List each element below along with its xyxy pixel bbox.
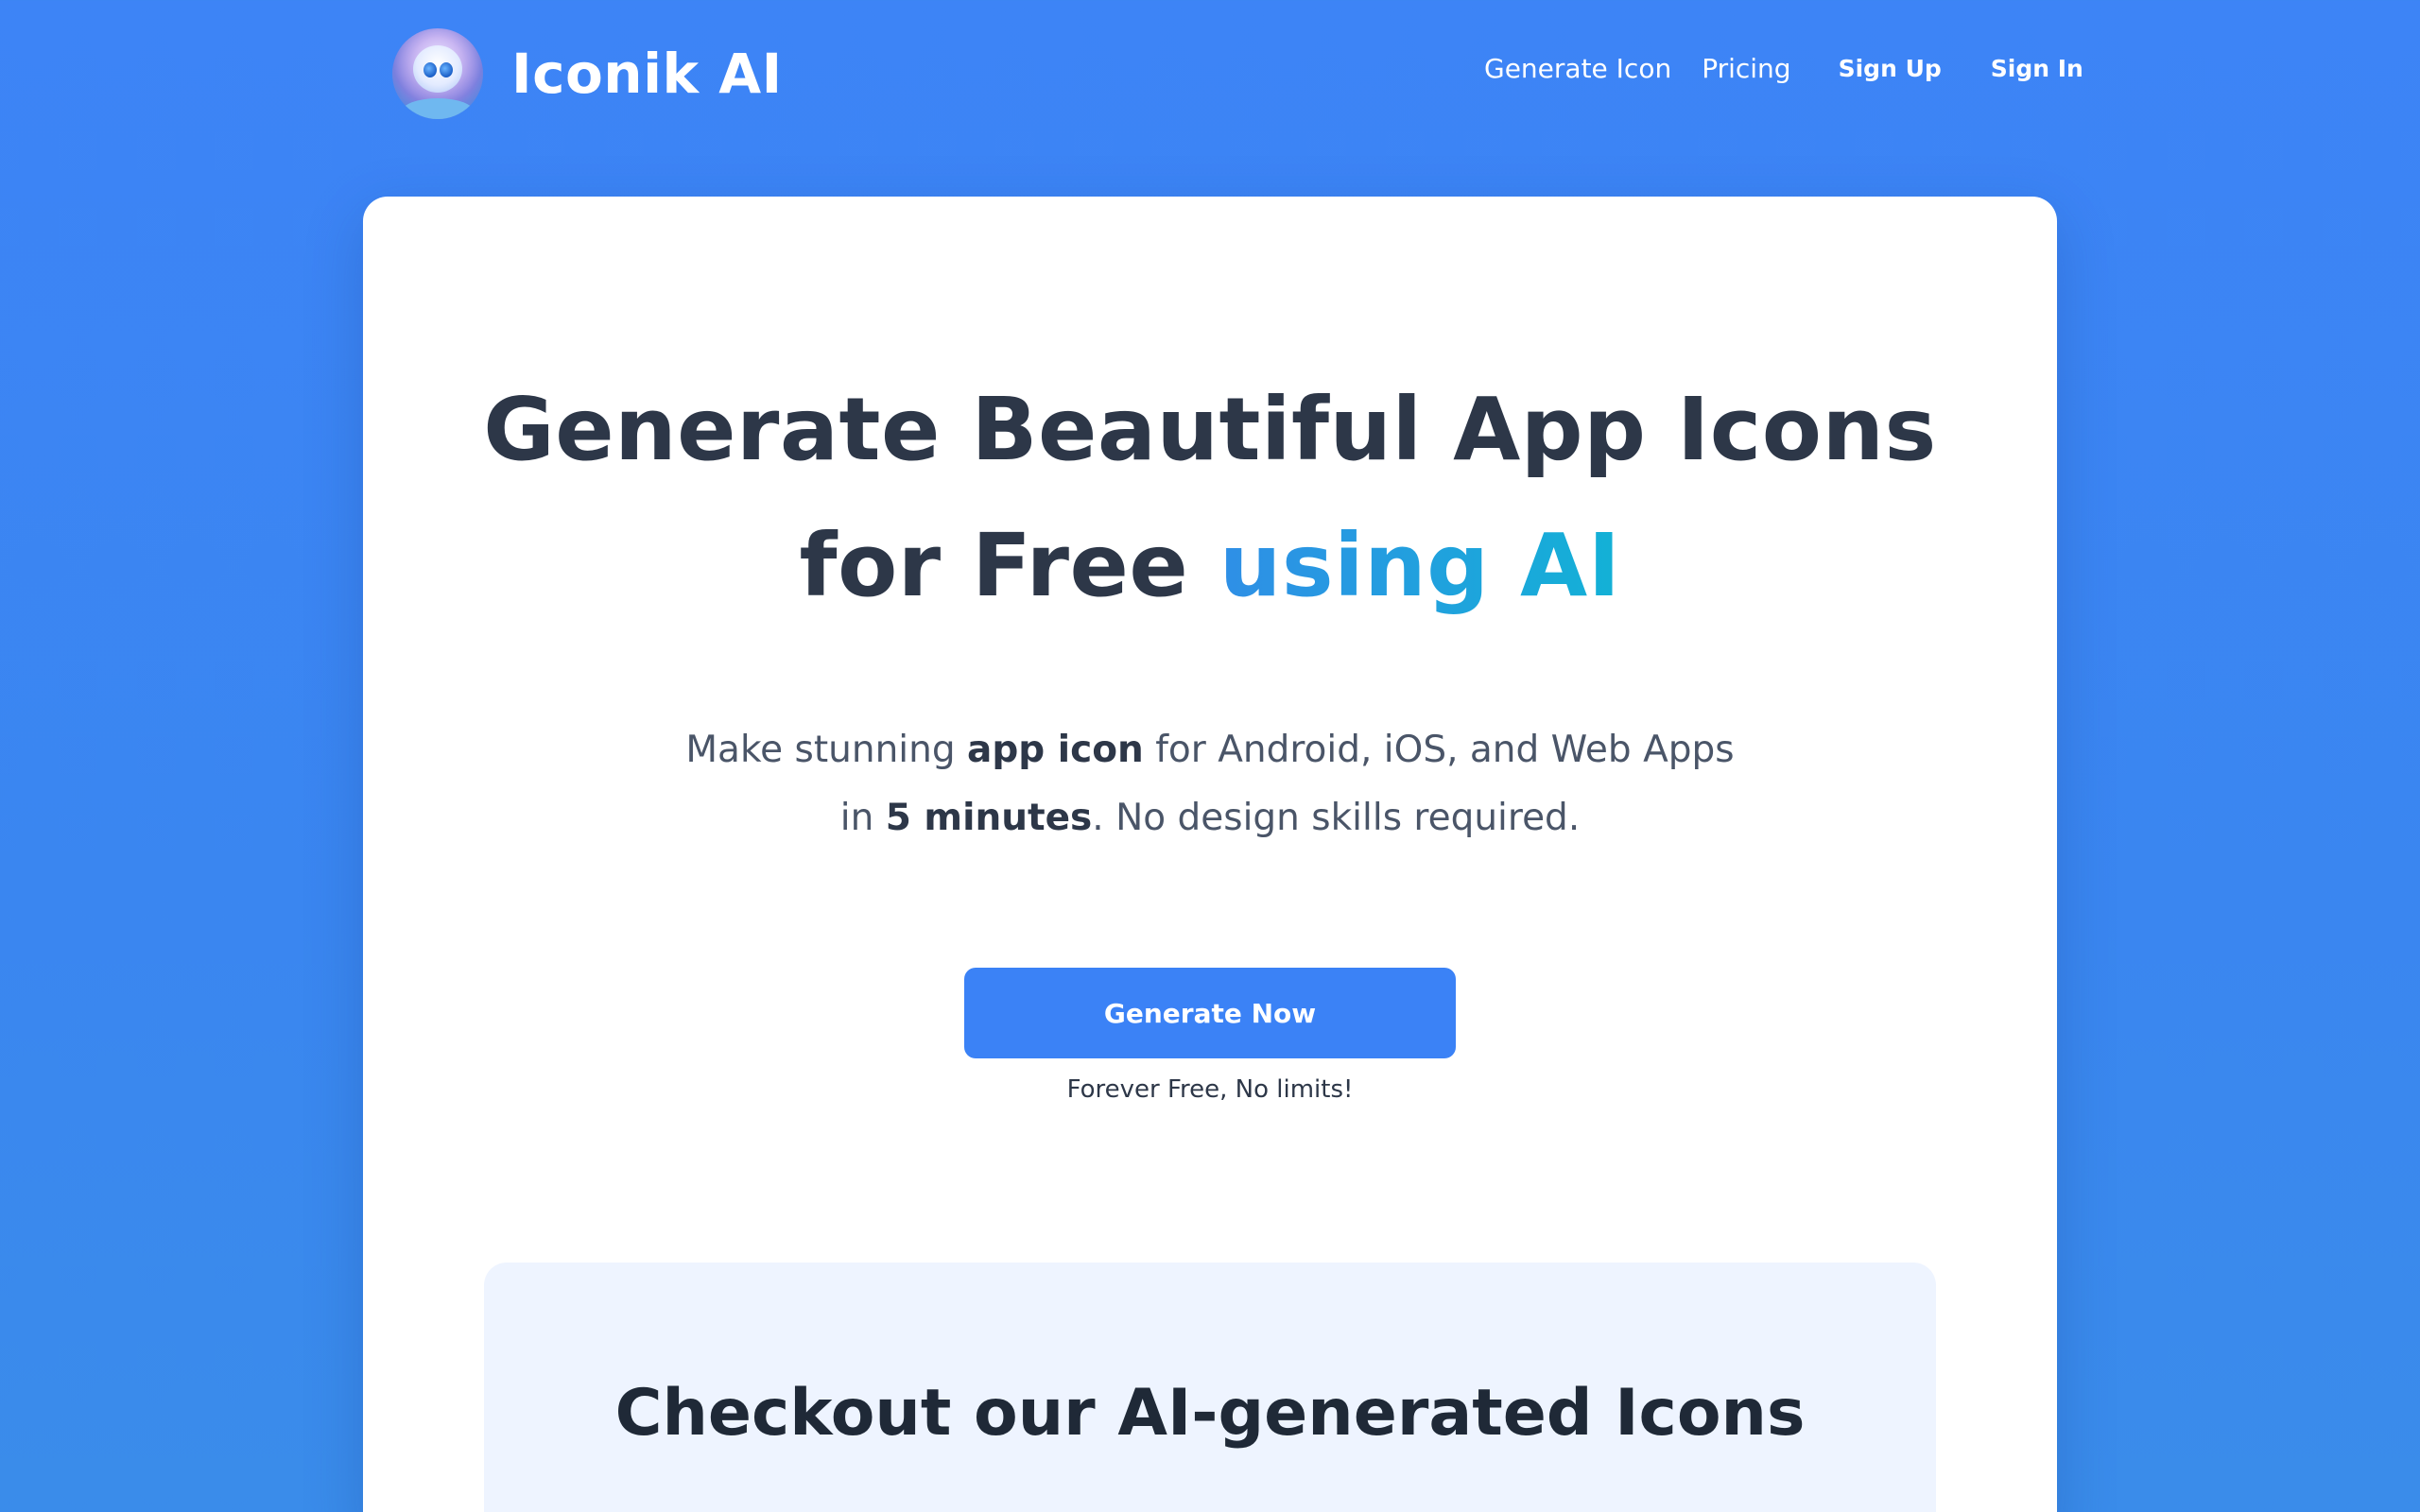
site-header: Iconik AI Generate Icon Pricing Sign Up … [0, 0, 2420, 142]
hero-title-line2-plain: for Free [799, 515, 1189, 616]
hero-title: Generate Beautiful App Icons for Free us… [363, 362, 2057, 634]
nav-sign-in-link[interactable]: Sign In [1991, 55, 2083, 82]
hero-card: Generate Beautiful App Icons for Free us… [363, 197, 2057, 1512]
subtitle-text: . No design skills required. [1092, 797, 1581, 839]
brand-link[interactable]: Iconik AI [392, 28, 783, 119]
hero-title-accent: using AI [1219, 515, 1621, 616]
brand-name: Iconik AI [511, 42, 783, 106]
subtitle-text: Make stunning [685, 729, 968, 771]
nav-generate-icon-link[interactable]: Generate Icon [1484, 53, 1671, 84]
cta-note: Forever Free, No limits! [1066, 1075, 1354, 1104]
subtitle-text: for Android, iOS, and Web Apps [1143, 729, 1735, 771]
subtitle-emphasis-minutes: 5 minutes [885, 797, 1093, 839]
generate-now-button[interactable]: Generate Now [964, 968, 1456, 1058]
hero-title-line1: Generate Beautiful App Icons [483, 379, 1937, 480]
hero-subtitle: Make stunning app icon for Android, iOS,… [363, 716, 2057, 852]
icon-gallery-section: Checkout our AI-generated Icons [484, 1263, 1936, 1512]
subtitle-emphasis-app-icon: app icon [967, 729, 1144, 771]
gallery-title: Checkout our AI-generated Icons [614, 1376, 1806, 1451]
subtitle-text: in [839, 797, 886, 839]
main-nav: Generate Icon Pricing Sign Up Sign In [1484, 49, 2083, 87]
robot-logo-icon [392, 28, 483, 119]
nav-pricing-link[interactable]: Pricing [1702, 53, 1790, 84]
nav-sign-up-link[interactable]: Sign Up [1839, 55, 1942, 82]
